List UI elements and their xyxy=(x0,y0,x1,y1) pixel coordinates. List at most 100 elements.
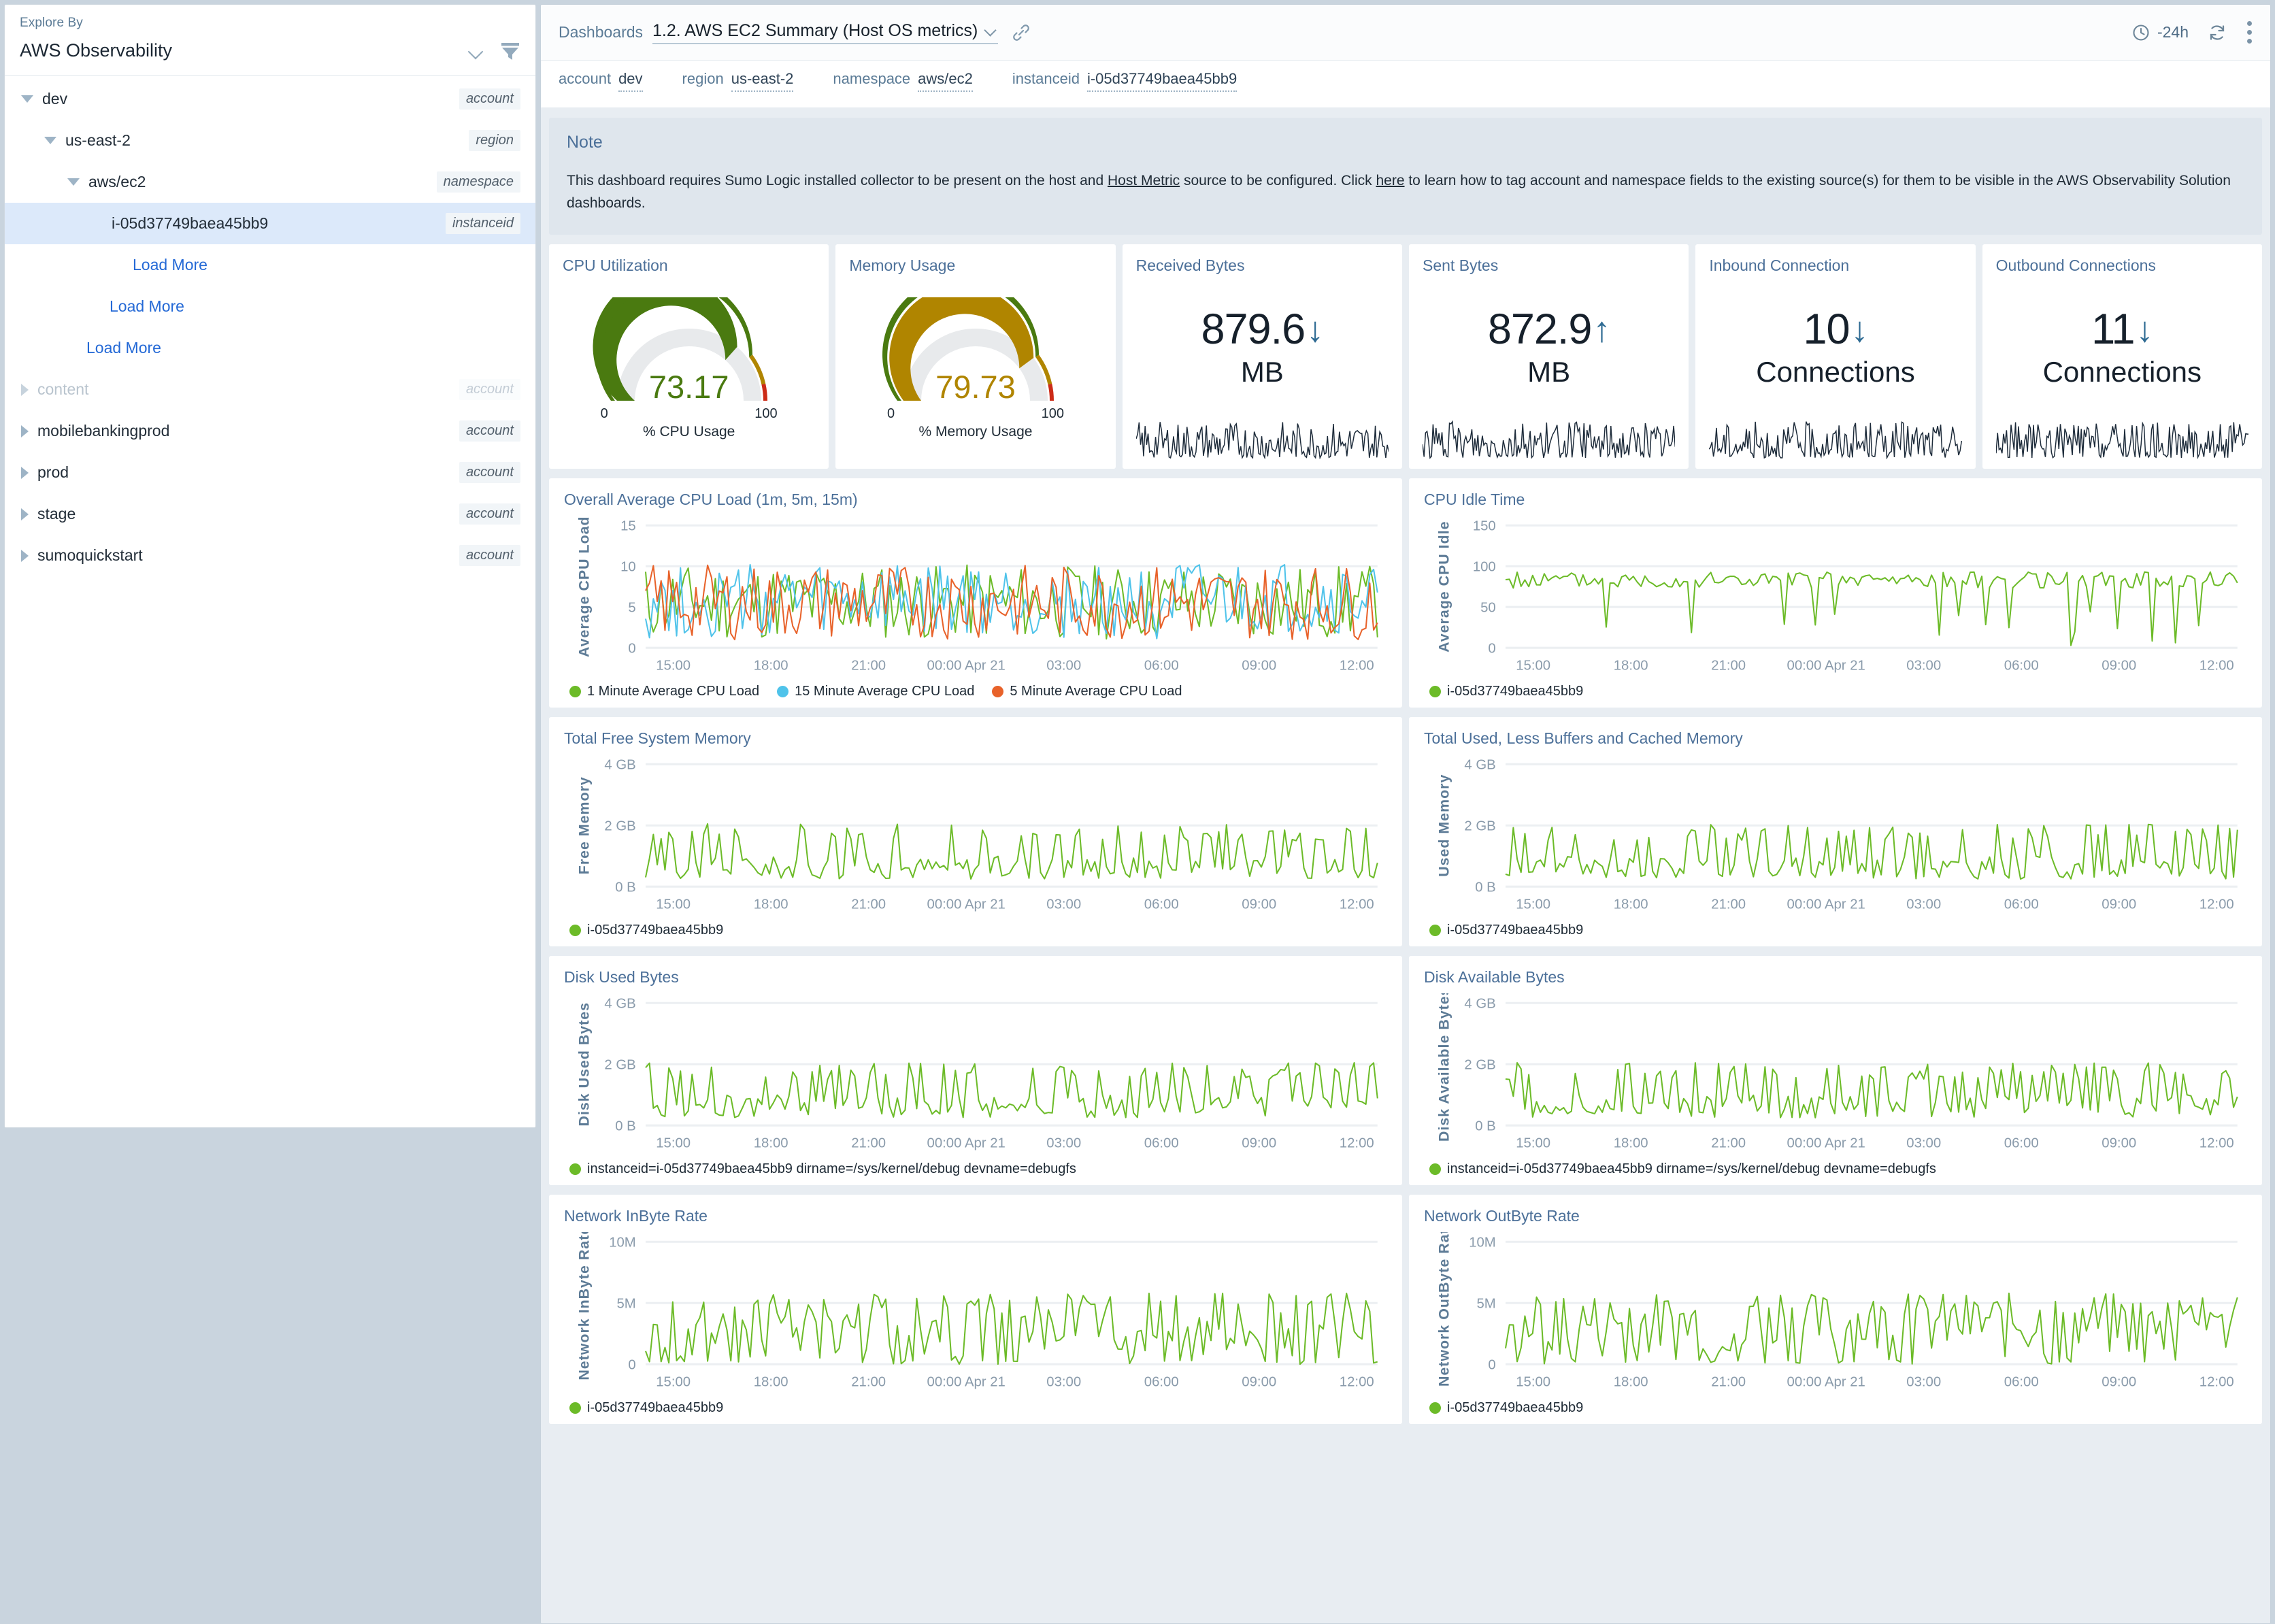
svg-text:18:00: 18:00 xyxy=(754,1375,788,1390)
svg-text:2 GB: 2 GB xyxy=(604,1057,635,1072)
chart-panel-disk_used[interactable]: Disk Used Bytes0 B2 GB4 GBDisk Used Byte… xyxy=(549,956,1402,1185)
svg-text:0: 0 xyxy=(628,641,635,656)
kpi-panel-cpu-utilization[interactable]: CPU Utilization73.170100% CPU Usage xyxy=(549,244,829,469)
load-more-button[interactable]: Load More xyxy=(5,244,535,286)
chart-plot-area: 05M10MNetwork OutByte Rate15:0018:0021:0… xyxy=(1424,1232,2247,1395)
chevron-down-icon[interactable] xyxy=(984,24,998,37)
chart-panel-net_out[interactable]: Network OutByte Rate 05M10MNetwork OutByt… xyxy=(1409,1195,2262,1424)
filter-pill-instanceid[interactable]: instanceidi-05d37749baea45bb9 xyxy=(1012,70,1237,99)
refresh-icon[interactable] xyxy=(2206,22,2228,44)
tree-item-sumoquickstart[interactable]: sumoquickstartaccount xyxy=(5,535,535,576)
chart-panel-free_mem[interactable]: Total Free System Memory0 B2 GB4 GBFree … xyxy=(549,717,1402,946)
kpi-panel-inbound-connection[interactable]: Inbound Connection10↓Connections xyxy=(1695,244,1975,469)
triangle-collapsed-icon[interactable] xyxy=(21,384,29,396)
panel-title: Outbound Connections xyxy=(1996,256,2248,275)
legend-item[interactable]: 1 Minute Average CPU Load xyxy=(569,684,759,699)
legend-item[interactable]: i-05d37749baea45bb9 xyxy=(569,1400,723,1416)
explore-selector[interactable]: AWS Observability xyxy=(20,40,520,61)
filter-pill-namespace[interactable]: namespaceaws/ec2 xyxy=(833,70,972,99)
tree-item-type-tag: account xyxy=(459,88,520,110)
tree-item-type-tag: account xyxy=(459,420,520,442)
explore-by-label: Explore By xyxy=(20,16,520,31)
svg-text:06:00: 06:00 xyxy=(2004,1136,2039,1151)
chart-panel-net_in[interactable]: Network InByte Rate05M10MNetwork InByte … xyxy=(549,1195,1402,1424)
svg-text:06:00: 06:00 xyxy=(1144,1375,1179,1390)
triangle-expanded-icon[interactable] xyxy=(44,137,56,144)
here-link[interactable]: here xyxy=(1376,173,1404,188)
triangle-collapsed-icon[interactable] xyxy=(21,508,29,520)
host-metric-link[interactable]: Host Metric xyxy=(1108,173,1180,188)
kpi-panel-memory-usage[interactable]: Memory Usage79.730100% Memory Usage xyxy=(835,244,1115,469)
tree-item-aws-ec2[interactable]: aws/ec2namespace xyxy=(5,161,535,203)
tree-item-stage[interactable]: stageaccount xyxy=(5,493,535,535)
chart-row: Disk Used Bytes0 B2 GB4 GBDisk Used Byte… xyxy=(549,956,2262,1185)
chart-panel-used_mem[interactable]: Total Used, Less Buffers and Cached Memo… xyxy=(1409,717,2262,946)
funnel-icon[interactable] xyxy=(500,42,520,61)
filter-pill-region[interactable]: regionus-east-2 xyxy=(682,70,794,99)
panel-title: Network OutByte Rate xyxy=(1424,1207,2247,1225)
chart-panel-cpu_load[interactable]: Overall Average CPU Load (1m, 5m, 15m)05… xyxy=(549,478,1402,708)
load-more-button[interactable]: Load More xyxy=(5,327,535,369)
tree-item-type-tag: account xyxy=(459,503,520,525)
legend-item[interactable]: i-05d37749baea45bb9 xyxy=(569,923,723,938)
filter-value: aws/ec2 xyxy=(918,70,973,92)
tree-item-content[interactable]: contentaccount xyxy=(5,369,535,410)
triangle-expanded-icon[interactable] xyxy=(67,178,80,186)
triangle-collapsed-icon[interactable] xyxy=(21,467,29,479)
legend-item[interactable]: i-05d37749baea45bb9 xyxy=(1429,923,1583,938)
legend-item[interactable]: 5 Minute Average CPU Load xyxy=(992,684,1182,699)
kpi-unit: MB xyxy=(1241,358,1284,386)
filter-key: region xyxy=(682,70,724,88)
breadcrumb[interactable]: 1.2. AWS EC2 Summary (Host OS metrics) xyxy=(652,21,998,44)
chart-panel-disk_avail[interactable]: Disk Available Bytes0 B2 GB4 GBDisk Avai… xyxy=(1409,956,2262,1185)
legend-color-dot xyxy=(569,1163,581,1175)
legend-item[interactable]: i-05d37749baea45bb9 xyxy=(1429,1400,1583,1416)
time-range-picker[interactable]: -24h xyxy=(2131,23,2189,42)
triangle-collapsed-icon[interactable] xyxy=(21,425,29,437)
chart-plot-area: 0 B2 GB4 GBDisk Available Bytes15:0018:0… xyxy=(1424,993,2247,1156)
kpi-panel-outbound-connections[interactable]: Outbound Connections11↓Connections xyxy=(1982,244,2262,469)
legend-item[interactable]: instanceid=i-05d37749baea45bb9 dirname=/… xyxy=(569,1161,1076,1177)
breadcrumb-dashboards[interactable]: Dashboards xyxy=(559,23,643,42)
legend-item[interactable]: instanceid=i-05d37749baea45bb9 dirname=/… xyxy=(1429,1161,1936,1177)
chevron-down-icon[interactable] xyxy=(467,42,485,60)
svg-text:09:00: 09:00 xyxy=(2102,897,2136,912)
svg-text:21:00: 21:00 xyxy=(1711,1136,1746,1151)
gauge-caption: % CPU Usage xyxy=(643,424,735,440)
svg-text:5M: 5M xyxy=(1476,1296,1495,1311)
chart-panel-cpu_idle[interactable]: CPU Idle Time050100150Average CPU Idle15… xyxy=(1409,478,2262,708)
tree-item-mobilebankingprod[interactable]: mobilebankingprodaccount xyxy=(5,410,535,452)
gauge-value: 79.73 xyxy=(874,368,1078,405)
kpi-value-row: 10↓ xyxy=(1803,308,1867,351)
kpi-panel-received-bytes[interactable]: Received Bytes879.6↓MB xyxy=(1123,244,1402,469)
chart-legend: i-05d37749baea45bb9 xyxy=(1424,923,2247,938)
chart-svg: 0 B2 GB4 GBFree Memory15:0018:0021:0000:… xyxy=(564,755,1387,917)
kpi-panel-sent-bytes[interactable]: Sent Bytes872.9↑MB xyxy=(1409,244,1689,469)
svg-text:06:00: 06:00 xyxy=(2004,897,2039,912)
chart-svg: 0 B2 GB4 GBUsed Memory15:0018:0021:0000:… xyxy=(1424,755,2247,917)
tree-item-i-05d37749baea45bb9[interactable]: i-05d37749baea45bb9instanceid xyxy=(5,203,535,244)
tree-item-type-tag: account xyxy=(459,379,520,400)
svg-text:15:00: 15:00 xyxy=(656,659,691,674)
svg-text:00:00 Apr 21: 00:00 Apr 21 xyxy=(1787,897,1865,912)
triangle-collapsed-icon[interactable] xyxy=(21,550,29,562)
filter-pill-account[interactable]: accountdev xyxy=(559,70,643,99)
load-more-button[interactable]: Load More xyxy=(5,286,535,327)
svg-text:2 GB: 2 GB xyxy=(1464,818,1495,833)
link-icon[interactable] xyxy=(1012,23,1031,42)
kebab-menu-icon[interactable] xyxy=(2246,19,2253,46)
svg-text:09:00: 09:00 xyxy=(2102,659,2136,674)
svg-text:06:00: 06:00 xyxy=(2004,1375,2039,1390)
chart-row: Total Free System Memory0 B2 GB4 GBFree … xyxy=(549,717,2262,946)
legend-item[interactable]: i-05d37749baea45bb9 xyxy=(1429,684,1583,699)
legend-label: i-05d37749baea45bb9 xyxy=(587,923,723,938)
kpi-value-block: 11↓Connections xyxy=(1996,275,2248,420)
gauge-max: 100 xyxy=(754,406,777,422)
tree-item-dev[interactable]: devaccount xyxy=(5,78,535,120)
tree-item-us-east-2[interactable]: us-east-2region xyxy=(5,120,535,161)
chart-plot-area: 0 B2 GB4 GBDisk Used Bytes15:0018:0021:0… xyxy=(564,993,1387,1156)
legend-item[interactable]: 15 Minute Average CPU Load xyxy=(777,684,974,699)
triangle-expanded-icon[interactable] xyxy=(21,95,33,103)
svg-text:4 GB: 4 GB xyxy=(1464,996,1495,1011)
tree-item-prod[interactable]: prodaccount xyxy=(5,452,535,493)
